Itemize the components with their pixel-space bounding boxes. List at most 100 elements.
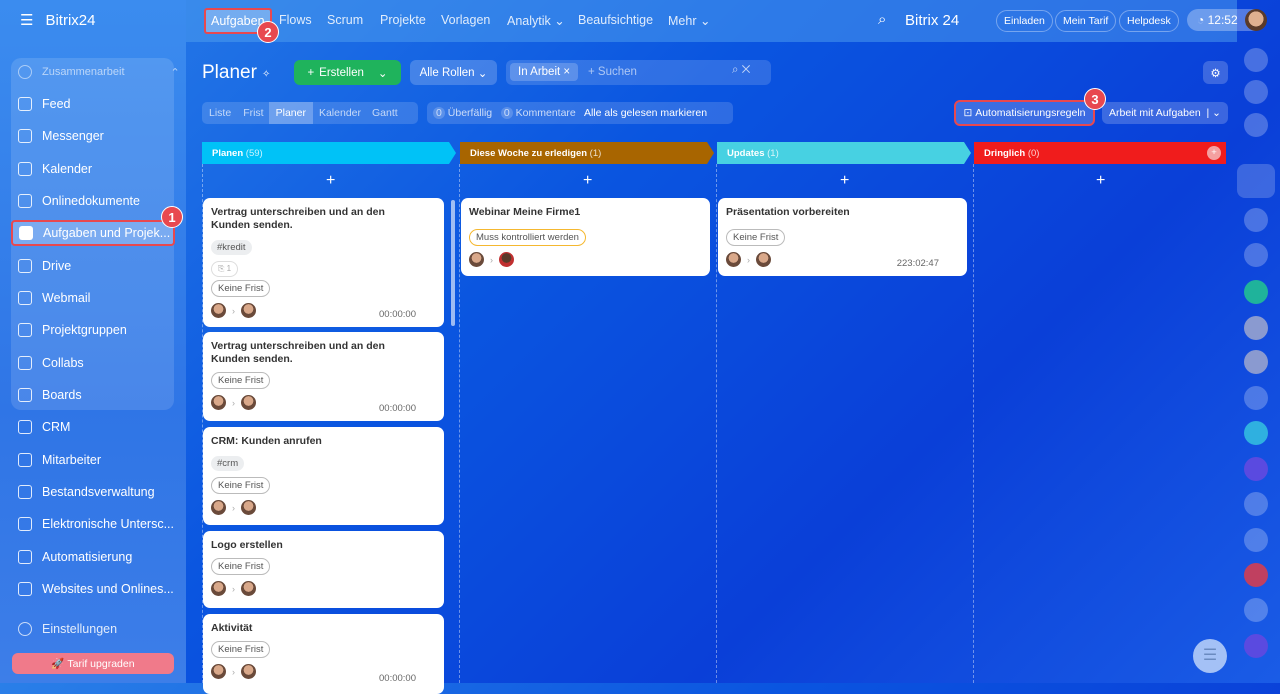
sidebar-item-webmail[interactable]: Webmail — [18, 285, 90, 311]
upgrade-button[interactable]: 🚀 Tarif upgraden — [12, 653, 174, 674]
sidebar-item-esign[interactable]: Elektronische Untersc... — [18, 511, 174, 537]
nav-flows[interactable]: Flows — [279, 13, 312, 27]
column-header-this-week[interactable]: Diese Woche zu erledigen (1) — [460, 142, 714, 164]
task-card[interactable]: Aktivität Keine Frist › 00:00:00 — [203, 614, 444, 694]
menu-icon[interactable]: ☰ — [20, 11, 33, 29]
user-avatar[interactable] — [1245, 9, 1267, 31]
tab-planner[interactable]: Planer — [268, 102, 313, 124]
avatar[interactable] — [211, 395, 226, 410]
nav-scrum[interactable]: Scrum — [327, 13, 363, 27]
sidebar-item-inventory[interactable]: Bestandsverwaltung — [18, 479, 155, 505]
chat-avatar[interactable] — [1244, 634, 1268, 658]
sidebar-item-boards[interactable]: Boards — [18, 382, 82, 408]
add-task-this-week[interactable]: + — [583, 172, 592, 190]
deadline-badge[interactable]: Keine Frist — [211, 477, 271, 494]
nav-projects[interactable]: Projekte — [380, 13, 426, 27]
chat-avatar[interactable] — [1244, 208, 1268, 232]
chat-avatar[interactable] — [1244, 386, 1268, 410]
avatar[interactable] — [211, 664, 226, 679]
sidebar-item-feed[interactable]: Feed — [18, 91, 71, 117]
create-button[interactable]: + Erstellen ⌄ — [294, 60, 401, 85]
sidebar-item-groups[interactable]: Projektgruppen — [18, 317, 127, 343]
avatar[interactable] — [756, 252, 771, 267]
nav-analytics[interactable]: Analytik ⌄ — [507, 13, 565, 28]
avatar[interactable] — [211, 500, 226, 515]
sidebar-item-automation[interactable]: Automatisierung — [18, 544, 132, 570]
chat-avatar[interactable] — [1244, 457, 1268, 481]
deadline-badge[interactable]: Keine Frist — [211, 558, 271, 575]
chat-avatar[interactable] — [1244, 316, 1268, 340]
avatar[interactable] — [241, 395, 256, 410]
comments-counter[interactable]: 0 Kommentare — [500, 107, 576, 119]
sidebar-item-crm[interactable]: CRM — [18, 414, 70, 440]
chat-avatar[interactable] — [1244, 280, 1268, 304]
avatar[interactable] — [726, 252, 741, 267]
search-clear-icon[interactable]: ⌕ ✕ — [732, 64, 750, 77]
chat-avatar[interactable] — [1244, 528, 1268, 552]
task-tag[interactable]: #crm — [211, 456, 245, 471]
chat-avatar[interactable] — [1244, 492, 1268, 516]
overdue-counter[interactable]: 0 Überfällig — [433, 107, 492, 119]
tab-list[interactable]: Liste — [202, 102, 238, 124]
chevron-down-icon[interactable]: ⌄ — [378, 66, 388, 80]
chat-avatar[interactable] — [1244, 563, 1268, 587]
task-card[interactable]: Präsentation vorbereiten Keine Frist › 2… — [718, 198, 967, 276]
avatar[interactable] — [241, 581, 256, 596]
avatar[interactable] — [241, 303, 256, 318]
mark-read-link[interactable]: Alle als gelesen markieren — [584, 107, 707, 119]
avatar[interactable] — [499, 252, 514, 267]
tab-gantt[interactable]: Gantt — [367, 102, 403, 124]
column-header-urgent[interactable]: Dringlich (0) + — [974, 142, 1226, 164]
roles-dropdown[interactable]: Alle Rollen ⌄ — [410, 60, 497, 85]
avatar[interactable] — [469, 252, 484, 267]
chat-avatar[interactable] — [1244, 243, 1268, 267]
sidebar-item-drive[interactable]: Drive — [18, 253, 71, 279]
work-with-tasks-button[interactable]: Arbeit mit Aufgaben | ⌄ — [1102, 102, 1228, 124]
sidebar-item-collabs[interactable]: Collabs — [18, 350, 84, 376]
copilot-icon[interactable] — [1244, 80, 1268, 104]
list-menu-icon[interactable]: ☰ — [1193, 639, 1227, 673]
helpdesk-button[interactable]: Helpdesk — [1119, 10, 1179, 32]
deadline-badge[interactable]: Keine Frist — [211, 372, 271, 389]
task-tag[interactable]: #kredit — [211, 240, 252, 255]
sidebar-item-websites[interactable]: Websites und Onlines... — [18, 576, 174, 602]
pin-icon[interactable]: ✧ — [262, 69, 270, 80]
add-task-urgent[interactable]: + — [1096, 172, 1105, 190]
tab-calendar[interactable]: Kalender — [313, 102, 367, 124]
add-task-updates[interactable]: + — [840, 172, 849, 190]
search-input[interactable]: + Suchen — [588, 66, 637, 78]
column-scrollbar[interactable] — [451, 200, 455, 326]
settings-gear-icon[interactable]: ⚙ — [1203, 61, 1228, 84]
task-card[interactable]: Logo erstellen Keine Frist › — [203, 531, 444, 608]
avatar[interactable] — [241, 664, 256, 679]
add-task-planen[interactable]: + — [326, 172, 335, 190]
avatar[interactable] — [241, 500, 256, 515]
deadline-badge[interactable]: Keine Frist — [726, 229, 786, 246]
nav-supervise[interactable]: Beaufsichtige — [578, 13, 653, 27]
task-card[interactable]: Vertrag unterschreiben und an den Kunden… — [203, 332, 444, 421]
chat-avatar[interactable] — [1244, 598, 1268, 622]
column-header-updates[interactable]: Updates (1) — [717, 142, 971, 164]
task-card[interactable]: CRM: Kunden anrufen #crm Keine Frist › — [203, 427, 444, 525]
bell-icon[interactable] — [1244, 48, 1268, 72]
task-card[interactable]: Vertrag unterschreiben und an den Kunden… — [203, 198, 444, 327]
nav-templates[interactable]: Vorlagen — [441, 13, 490, 27]
invite-button[interactable]: Einladen — [996, 10, 1053, 32]
bookmark-icon[interactable] — [1237, 164, 1275, 198]
deadline-badge[interactable]: Keine Frist — [211, 641, 271, 658]
chat-icon[interactable] — [1244, 113, 1268, 137]
search-field[interactable]: In Arbeit × + Suchen ⌕ ✕ — [506, 60, 771, 85]
sidebar-item-tasks[interactable]: Aufgaben und Projek... — [11, 220, 175, 246]
add-column-icon[interactable]: + — [1207, 146, 1221, 160]
nav-more[interactable]: Mehr ⌄ — [668, 13, 710, 28]
filter-chip[interactable]: In Arbeit × — [510, 63, 579, 81]
sidebar-item-employees[interactable]: Mitarbeiter — [18, 447, 101, 473]
sidebar-item-docs[interactable]: Onlinedokumente — [18, 188, 140, 214]
tab-deadline[interactable]: Frist — [238, 102, 268, 124]
task-card[interactable]: Webinar Meine Firme1 Muss kontrolliert w… — [461, 198, 710, 276]
search-icon[interactable]: ⌕ — [878, 11, 886, 28]
avatar[interactable] — [211, 581, 226, 596]
group-toggle[interactable]: Zusammenarbeit ⌃ — [18, 59, 180, 85]
tariff-button[interactable]: Mein Tarif — [1055, 10, 1117, 32]
avatar[interactable] — [211, 303, 226, 318]
